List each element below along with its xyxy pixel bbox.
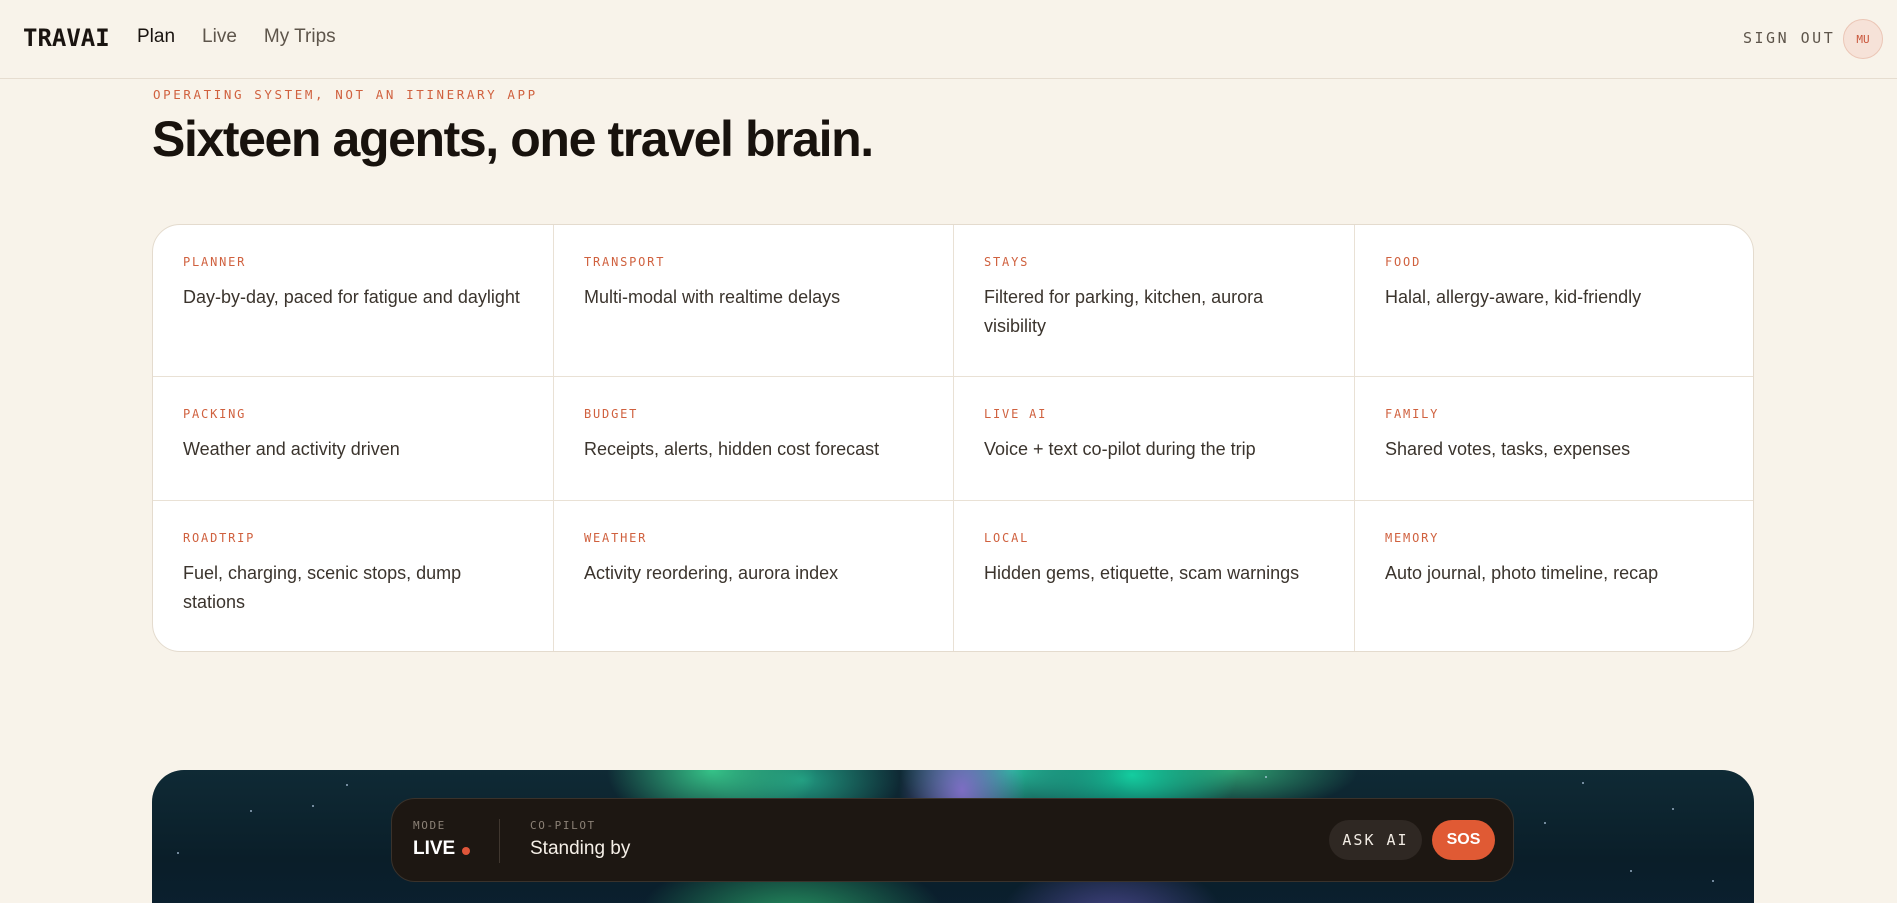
agent-tag: LIVE AI [984, 407, 1048, 421]
star-decoration [1582, 782, 1584, 784]
sign-out-button[interactable]: SIGN OUT [1743, 29, 1835, 47]
agent-description: Activity reordering, aurora index [584, 563, 839, 583]
nav-live[interactable]: Live [202, 26, 237, 48]
agent-card-planner: PLANNER Day-by-day, paced for fatigue an… [153, 225, 554, 377]
agent-description: Voice + text co-pilot during the trip [984, 439, 1256, 459]
agent-card-transport: TRANSPORT Multi-modal with realtime dela… [554, 225, 954, 377]
star-decoration [250, 810, 252, 812]
avatar[interactable]: MU [1843, 19, 1883, 59]
agent-card-local: LOCAL Hidden gems, etiquette, scam warni… [954, 501, 1355, 651]
agent-tag: FAMILY [1385, 407, 1440, 421]
agent-card-food: FOOD Halal, allergy-aware, kid-friendly [1355, 225, 1753, 377]
mode-label: MODE [413, 819, 446, 832]
agent-card-budget: BUDGET Receipts, alerts, hidden cost for… [554, 377, 954, 501]
divider [499, 819, 500, 863]
star-decoration [1544, 822, 1546, 824]
agent-description: Receipts, alerts, hidden cost forecast [584, 439, 880, 459]
star-decoration [1712, 880, 1714, 882]
mode-value: LIVE [413, 838, 456, 859]
agent-description: Multi-modal with realtime delays [584, 287, 841, 307]
agent-card-family: FAMILY Shared votes, tasks, expenses [1355, 377, 1753, 501]
agent-description: Shared votes, tasks, expenses [1385, 439, 1631, 459]
star-decoration [1265, 776, 1267, 778]
agent-tag: ROADTRIP [183, 531, 256, 545]
agent-card-live-ai: LIVE AI Voice + text co-pilot during the… [954, 377, 1355, 501]
nav-plan[interactable]: Plan [137, 26, 175, 48]
agent-description: Weather and activity driven [183, 439, 400, 459]
star-decoration [346, 784, 348, 786]
agent-tag: STAYS [984, 255, 1030, 269]
hero-eyebrow: OPERATING SYSTEM, NOT AN ITINERARY APP [153, 87, 538, 102]
agent-description: Fuel, charging, scenic stops, dump stati… [183, 563, 462, 612]
star-decoration [177, 852, 179, 854]
app-logo[interactable]: TRAVAI [23, 24, 110, 52]
page-title: Sixteen agents, one travel brain. [152, 111, 874, 167]
agent-card-packing: PACKING Weather and activity driven [153, 377, 554, 501]
star-decoration [312, 805, 314, 807]
agent-card-stays: STAYS Filtered for parking, kitchen, aur… [954, 225, 1355, 377]
copilot-label: CO-PILOT [530, 819, 596, 832]
top-nav-bar: TRAVAI Plan Live My Trips SIGN OUT MU [0, 0, 1897, 79]
agent-description: Auto journal, photo timeline, recap [1385, 563, 1659, 583]
agent-tag: WEATHER [584, 531, 648, 545]
agent-card-roadtrip: ROADTRIP Fuel, charging, scenic stops, d… [153, 501, 554, 651]
agent-description: Hidden gems, etiquette, scam warnings [984, 563, 1300, 583]
agent-card-memory: MEMORY Auto journal, photo timeline, rec… [1355, 501, 1753, 651]
main-nav: Plan Live My Trips [137, 26, 363, 48]
star-decoration [1672, 808, 1674, 810]
agent-tag: PLANNER [183, 255, 247, 269]
agent-tag: BUDGET [584, 407, 639, 421]
agent-description: Halal, allergy-aware, kid-friendly [1385, 287, 1642, 307]
agent-tag: LOCAL [984, 531, 1030, 545]
agent-tag: TRANSPORT [584, 255, 666, 269]
agent-description: Filtered for parking, kitchen, aurora vi… [984, 287, 1264, 336]
agent-tag: PACKING [183, 407, 247, 421]
sos-button[interactable]: SOS [1432, 820, 1495, 860]
agent-card-weather: WEATHER Activity reordering, aurora inde… [554, 501, 954, 651]
agent-tag: MEMORY [1385, 531, 1440, 545]
copilot-status: Standing by [530, 838, 631, 859]
nav-my-trips[interactable]: My Trips [264, 26, 336, 48]
agent-tag: FOOD [1385, 255, 1422, 269]
ask-ai-button[interactable]: ASK AI [1329, 820, 1422, 860]
agents-grid: PLANNER Day-by-day, paced for fatigue an… [152, 224, 1754, 652]
agent-description: Day-by-day, paced for fatigue and daylig… [183, 287, 520, 307]
live-indicator-dot-icon [462, 847, 470, 855]
star-decoration [1630, 870, 1632, 872]
live-status-bar: MODE LIVE CO-PILOT Standing by ASK AI SO… [391, 798, 1514, 882]
